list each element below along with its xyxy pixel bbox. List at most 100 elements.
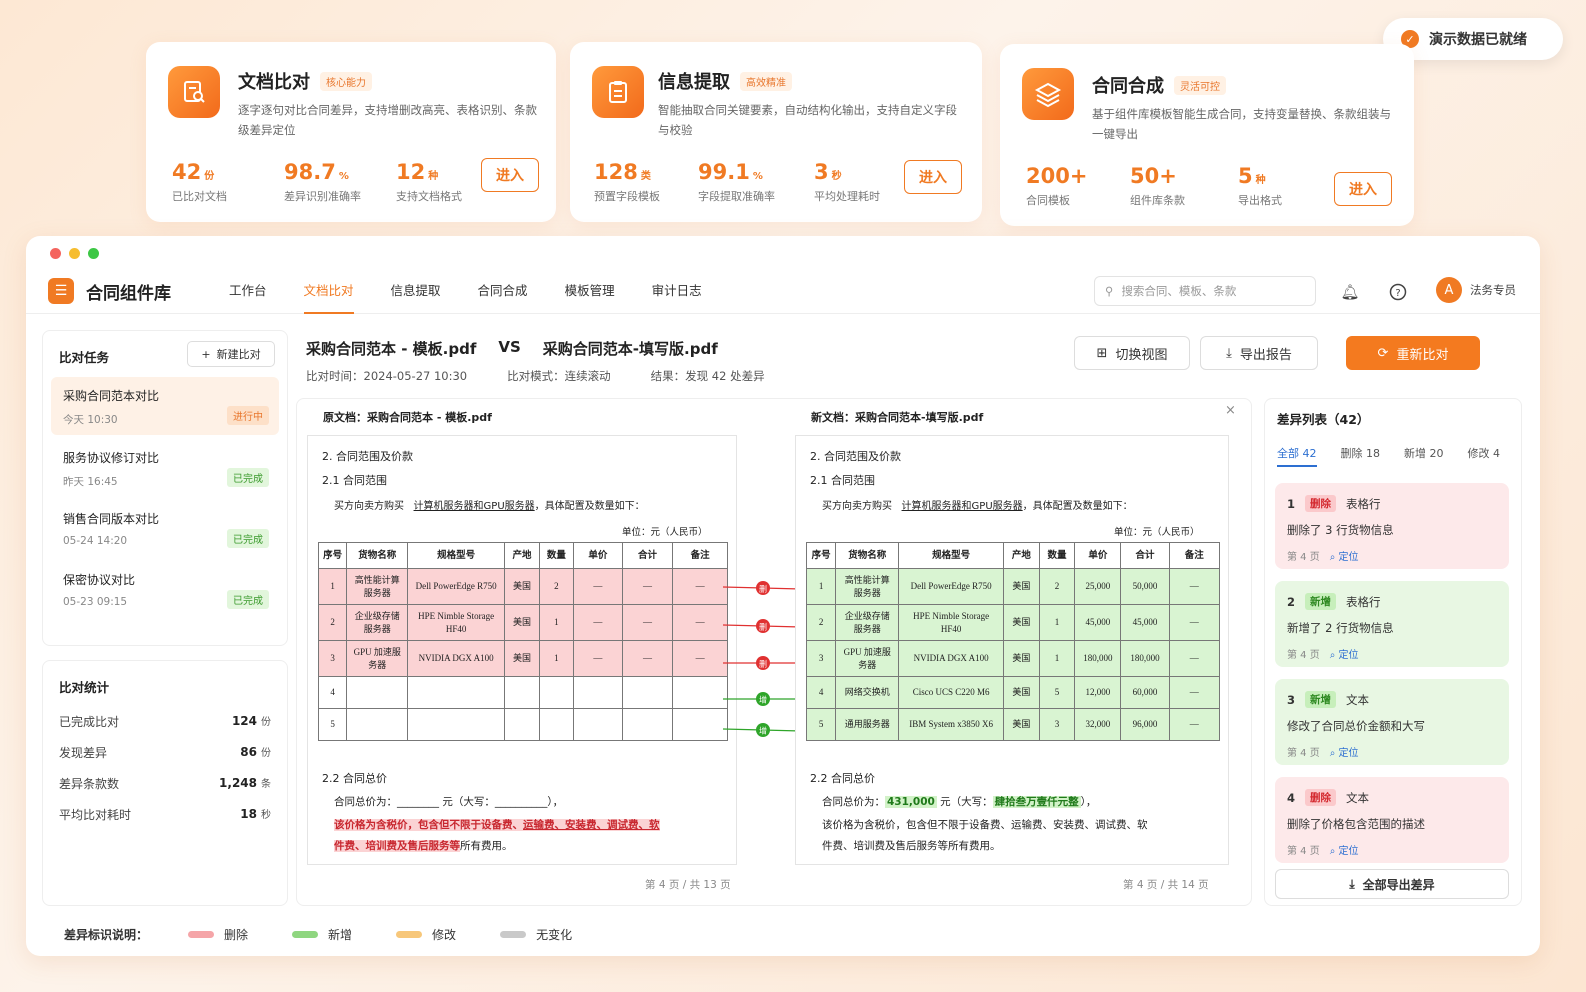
new-compare-button[interactable]: + 新建比对 [187,341,275,367]
diff-item[interactable]: 3 新增 文本 修改了合同总价金额和大写 第 4 页 ⌕ 定位 [1275,679,1509,765]
bell-icon[interactable]: 🔔︎ [1340,282,1360,302]
table-cell [346,708,409,741]
table-cell: 5 [805,708,837,741]
table-header-cell: 数量 [1038,542,1076,569]
table-cell [407,708,506,741]
diff-list-title: 差异列表（42） [1277,412,1370,427]
table-cell: 12,000 [1074,676,1122,709]
delete-marker[interactable]: 删 [759,584,767,594]
diff-item[interactable]: 4 删除 文本 删除了价格包含范围的描述 第 4 页 ⌕ 定位 [1275,777,1509,863]
task-item[interactable]: 销售合同版本对比 05-24 14:20 已完成 [51,500,279,558]
app-name: 合同组件库 [86,283,171,304]
table-header-cell: 序号 [805,542,837,569]
user-name: 法务专员 [1470,283,1516,297]
minimize-dot[interactable] [69,248,80,259]
locate-link[interactable]: ⌕ 定位 [1330,842,1359,857]
switch-view-button[interactable]: ⊞ 切换视图 [1074,336,1190,370]
card-desc: 基于组件库模板智能生成合同，支持变量替换、条款组装与一键导出 [1092,107,1391,141]
table-cell: 25,000 [1074,568,1122,605]
toast-text: 演示数据已就绪 [1429,32,1527,48]
delete-marker[interactable]: 删 [759,622,767,632]
user-menu[interactable]: A 法务专员 [1436,277,1516,303]
right-page-indicator: 第 4 页 / 共 14 页 [1123,879,1209,891]
table-cell: 5 [1038,676,1076,709]
app-window: ☰ 合同组件库 工作台 文档比对 信息提取 合同合成 模板管理 审计日志 ⚲ 搜索合… [26,236,1540,956]
table-cell: GPU 加速服务器 [346,640,409,677]
close-dot[interactable] [50,248,61,259]
task-item[interactable]: 保密协议对比 05-23 09:15 已完成 [51,561,279,619]
stat-num: 99.1 [698,160,750,184]
diff-item[interactable]: 2 新增 表格行 新增了 2 行货物信息 第 4 页 ⌕ 定位 [1275,581,1509,667]
card-info-extract: 信息提取 高效精准 智能抽取合同关键要素，自动结构化输出，支持自定义字段与校验 1… [570,42,982,222]
table-header-cell: 备注 [672,542,728,569]
table-header-cell: 单价 [1074,542,1122,569]
table-cell: GPU 加速服务器 [835,640,900,677]
card-title: 信息提取 [658,72,730,93]
task-item[interactable]: 采购合同范本对比 今天 10:30 进行中 [51,377,279,435]
stat-row: 发现差异 86 份 [59,745,271,760]
tab-delete[interactable]: 删除 18 [1341,445,1381,467]
export-all-button[interactable]: ⤓ 全部导出差异 [1275,869,1509,899]
add-marker[interactable]: 增 [759,695,767,705]
stat-label: 差异识别准确率 [284,190,361,203]
add-marker[interactable]: 增 [759,726,767,736]
maximize-dot[interactable] [88,248,99,259]
table-header-cell: 产地 [504,542,540,569]
table-cell: Dell PowerEdge R750 [407,568,506,605]
stats-panel: 比对统计 已完成比对 124 份 发现差异 86 份 差异条款数 1,248 条 平均比对耗… [42,660,288,906]
table-cell: 3 [805,640,837,677]
menu-item[interactable]: 审计日志 [652,270,702,314]
menu-item[interactable]: 信息提取 [391,270,441,314]
table-cell [538,708,575,741]
table-cell: 通用服务器 [835,708,900,741]
table-header-cell: 单价 [573,542,623,569]
table-cell: 2 [317,604,348,641]
locate-link[interactable]: ⌕ 定位 [1330,744,1359,759]
table-row: 2 企业级存储服务器 HPE Nimble Storage HF40 美国 1— — — [317,604,728,641]
menu-item[interactable]: 工作台 [229,270,267,314]
enter-button[interactable]: 进入 [481,158,539,192]
table-cell: 企业级存储服务器 [346,604,409,641]
table-cell: — [621,604,674,641]
table-cell: — [1168,604,1221,641]
diff-item[interactable]: 1 删除 表格行 删除了 3 行货物信息 第 4 页 ⌕ 定位 [1275,483,1509,569]
type-badge: 删除 [1305,789,1337,806]
locate-link[interactable]: ⌕ 定位 [1330,548,1359,563]
app-logo[interactable]: ☰ 合同组件库 [48,278,171,304]
tab-add[interactable]: 新增 20 [1404,445,1444,467]
recompare-button[interactable]: ⟳ 重新比对 [1346,336,1480,370]
tab-all[interactable]: 全部 42 [1277,445,1317,467]
table-header-cell: 货物名称 [835,542,900,569]
table-cell [407,676,506,709]
close-icon[interactable]: × [1225,403,1236,418]
enter-button[interactable]: 进入 [1334,172,1392,206]
table-cell: — [1168,708,1221,741]
enter-button[interactable]: 进入 [904,160,962,194]
tab-modify[interactable]: 修改 4 [1468,445,1501,467]
table-row: 2 企业级存储服务器 HPE Nimble Storage HF40 美国 1 45,00… [805,604,1221,641]
task-item[interactable]: 服务协议修订对比 昨天 16:45 已完成 [51,439,279,497]
legend-swatch-delete [188,931,215,938]
table-row: 1 高性能计算服务器 Dell PowerEdge R750 美国 2 25,000 50,… [805,568,1221,605]
table-header-cell: 规格型号 [407,542,506,569]
table-cell: 1 [538,640,575,677]
menu-item-active[interactable]: 文档比对 [303,270,354,314]
table-cell: — [1168,640,1221,677]
menu-item[interactable]: 模板管理 [565,270,615,314]
diff-connectors: 删 删 删 增 增 [722,581,807,737]
stat-row: 差异条款数 1,248 条 [59,776,271,791]
card-title: 合同合成 [1092,76,1164,97]
table-header-cell: 合计 [621,542,674,569]
help-icon[interactable]: ? [1388,282,1408,302]
search-input[interactable]: ⚲ 搜索合同、模板、条款 [1094,276,1316,306]
table-cell: 1 [805,568,837,605]
export-report-button[interactable]: ⤓ 导出报告 [1200,336,1318,370]
menu-item[interactable]: 合同合成 [478,270,528,314]
locate-link[interactable]: ⌕ 定位 [1330,646,1359,661]
table-cell: 45,000 [1074,604,1122,641]
table-cell: 50,000 [1120,568,1170,605]
table-cell: 美国 [504,568,540,605]
delete-marker[interactable]: 删 [759,659,767,669]
stat-num: 12 [396,160,426,184]
table-cell: IBM System x3850 X6 [898,708,1005,741]
